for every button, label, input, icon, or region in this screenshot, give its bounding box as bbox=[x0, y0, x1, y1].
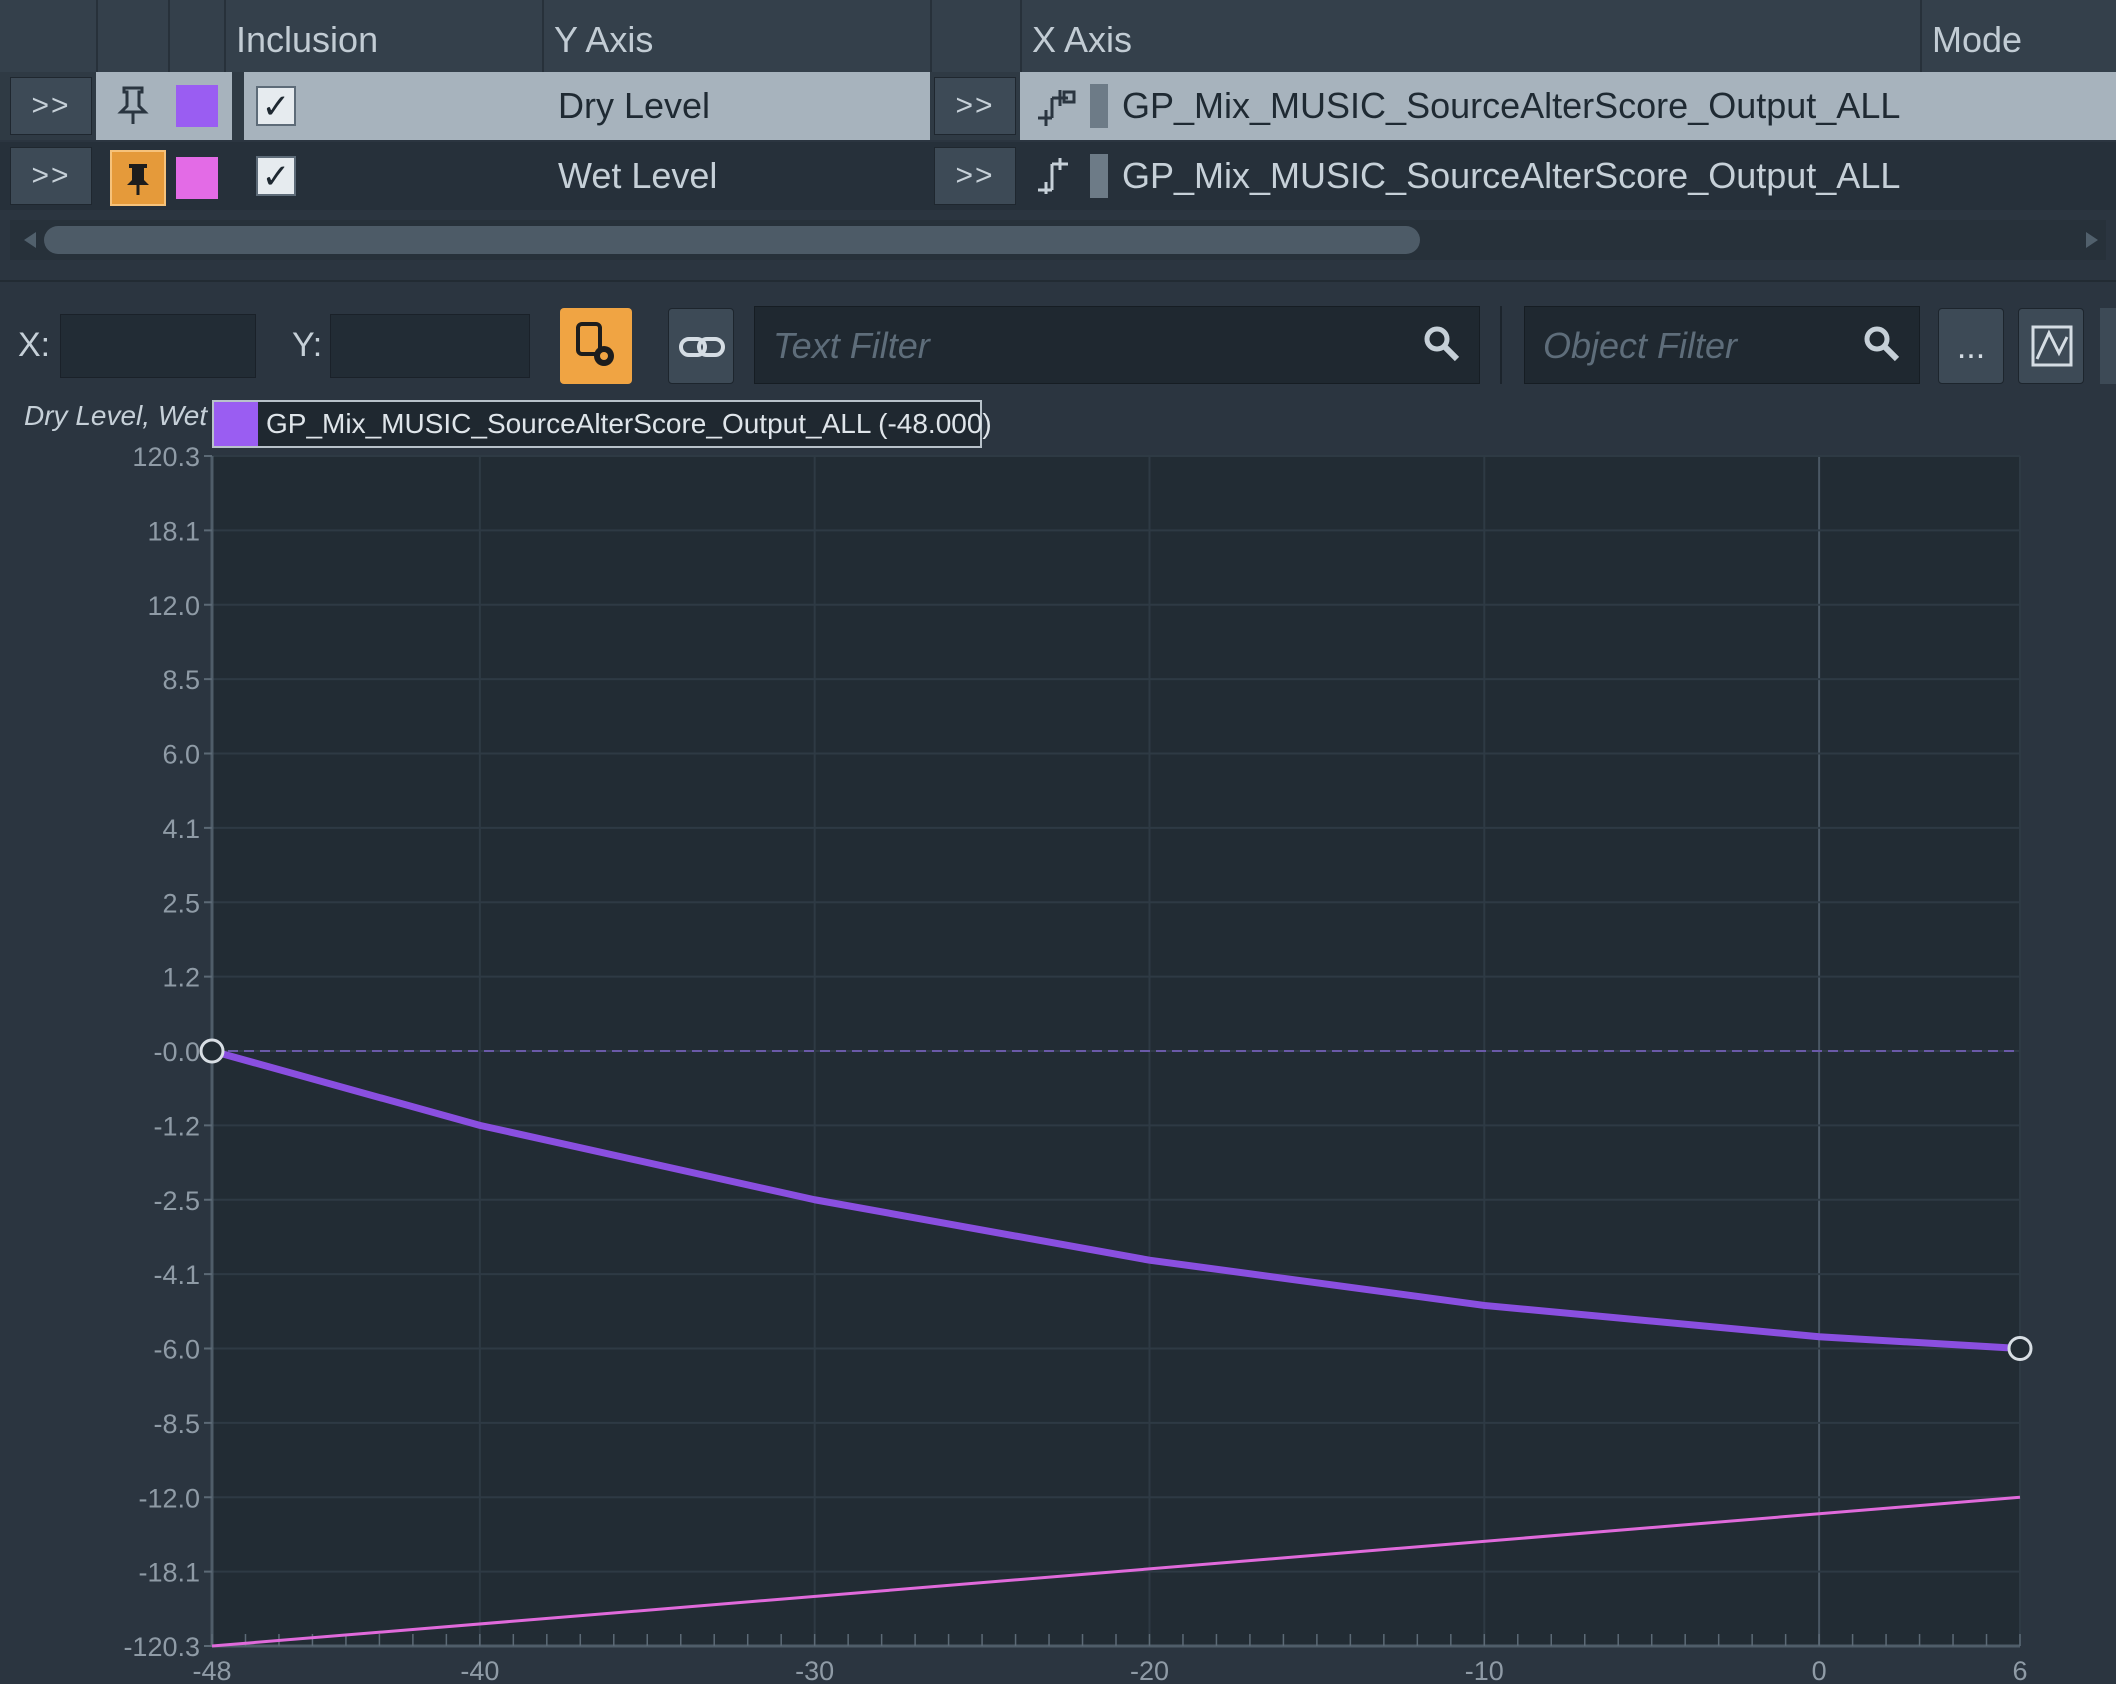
y-tick-label: -6.0 bbox=[153, 1335, 200, 1365]
y-tick-label: 8.5 bbox=[162, 665, 200, 695]
y-tick-label: 4.1 bbox=[162, 814, 200, 844]
y-tick-label: -12.0 bbox=[138, 1483, 200, 1513]
x-tick-label: -10 bbox=[1465, 1656, 1504, 1684]
x-tick-label: -48 bbox=[192, 1656, 231, 1684]
y-tick-label: 120.3 bbox=[132, 442, 200, 472]
y-tick-label: 12.0 bbox=[147, 591, 200, 621]
y-tick-label: 1.2 bbox=[162, 963, 200, 993]
y-tick-label: -1.2 bbox=[153, 1111, 200, 1141]
curve-control-point[interactable] bbox=[199, 1038, 225, 1064]
x-tick-label: -40 bbox=[460, 1656, 499, 1684]
y-tick-label: 2.5 bbox=[162, 888, 200, 918]
y-tick-label: -8.5 bbox=[153, 1409, 200, 1439]
x-tick-label: 6 bbox=[2012, 1656, 2027, 1684]
y-tick-label: -0.0 bbox=[153, 1037, 200, 1067]
curve-control-point[interactable] bbox=[2007, 1336, 2033, 1361]
x-tick-label: -30 bbox=[795, 1656, 834, 1684]
y-tick-label: -4.1 bbox=[153, 1260, 200, 1290]
y-tick-label: 18.1 bbox=[147, 516, 200, 546]
y-tick-label: -18.1 bbox=[138, 1558, 200, 1588]
curve-graph[interactable]: 120.3 18.1 12.0 8.5 6.0 4.1 2.5 1.2 -0.0 -1.2 -2.5… bbox=[0, 0, 2116, 1684]
y-tick-label: -120.3 bbox=[123, 1632, 200, 1662]
y-tick-label: 6.0 bbox=[162, 740, 200, 770]
y-tick-label: -2.5 bbox=[153, 1186, 200, 1216]
x-tick-label: -20 bbox=[1130, 1656, 1169, 1684]
x-tick-label: 0 bbox=[1812, 1656, 1827, 1684]
